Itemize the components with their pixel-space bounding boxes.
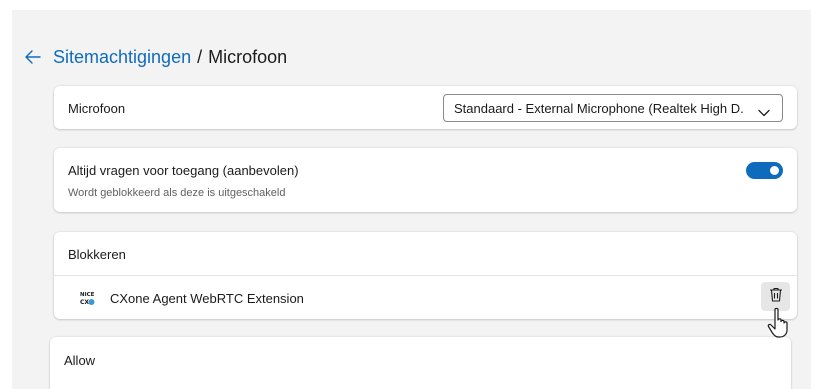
svg-text:CX: CX xyxy=(80,299,89,306)
ask-access-label: Altijd vragen voor toegang (aanbevolen) xyxy=(68,163,299,178)
microphone-label: Microfoon xyxy=(68,101,126,116)
svg-text:NICE: NICE xyxy=(80,292,95,298)
toggle-knob xyxy=(770,166,779,175)
microphone-dropdown[interactable]: Standaard - External Microphone (Realtek… xyxy=(443,94,783,122)
breadcrumb-site-permissions[interactable]: Sitemachtigingen xyxy=(53,47,191,68)
arrow-left-icon[interactable] xyxy=(24,48,42,66)
blocked-site-name: CXone Agent WebRTC Extension xyxy=(110,291,304,306)
chevron-down-icon xyxy=(758,104,770,122)
page-title: Microfoon xyxy=(208,46,288,67)
page-header: Sitemachtigingen / Microfoon xyxy=(24,44,287,70)
allow-section-card: Allow xyxy=(50,337,791,389)
microphone-selected-device: Standaard - External Microphone (Realtek… xyxy=(454,100,744,116)
block-section-title: Blokkeren xyxy=(68,247,126,262)
section-divider xyxy=(54,275,797,276)
breadcrumb-separator: / xyxy=(197,46,203,67)
ask-access-toggle[interactable] xyxy=(746,162,783,179)
trash-icon xyxy=(769,287,783,307)
block-section-card: Blokkeren NICE CX CXone Agent WebRTC Ext… xyxy=(54,232,797,319)
nice-cxone-icon: NICE CX xyxy=(79,289,95,307)
ask-access-description: Wordt geblokkeerd als deze is uitgeschak… xyxy=(68,187,286,199)
ask-before-access-card: Altijd vragen voor toegang (aanbevolen) … xyxy=(54,148,797,212)
allow-section-title: Allow xyxy=(64,353,96,368)
microphone-select-card: Microfoon Standaard - External Microphon… xyxy=(54,86,797,129)
hand-pointer-icon xyxy=(767,307,793,339)
